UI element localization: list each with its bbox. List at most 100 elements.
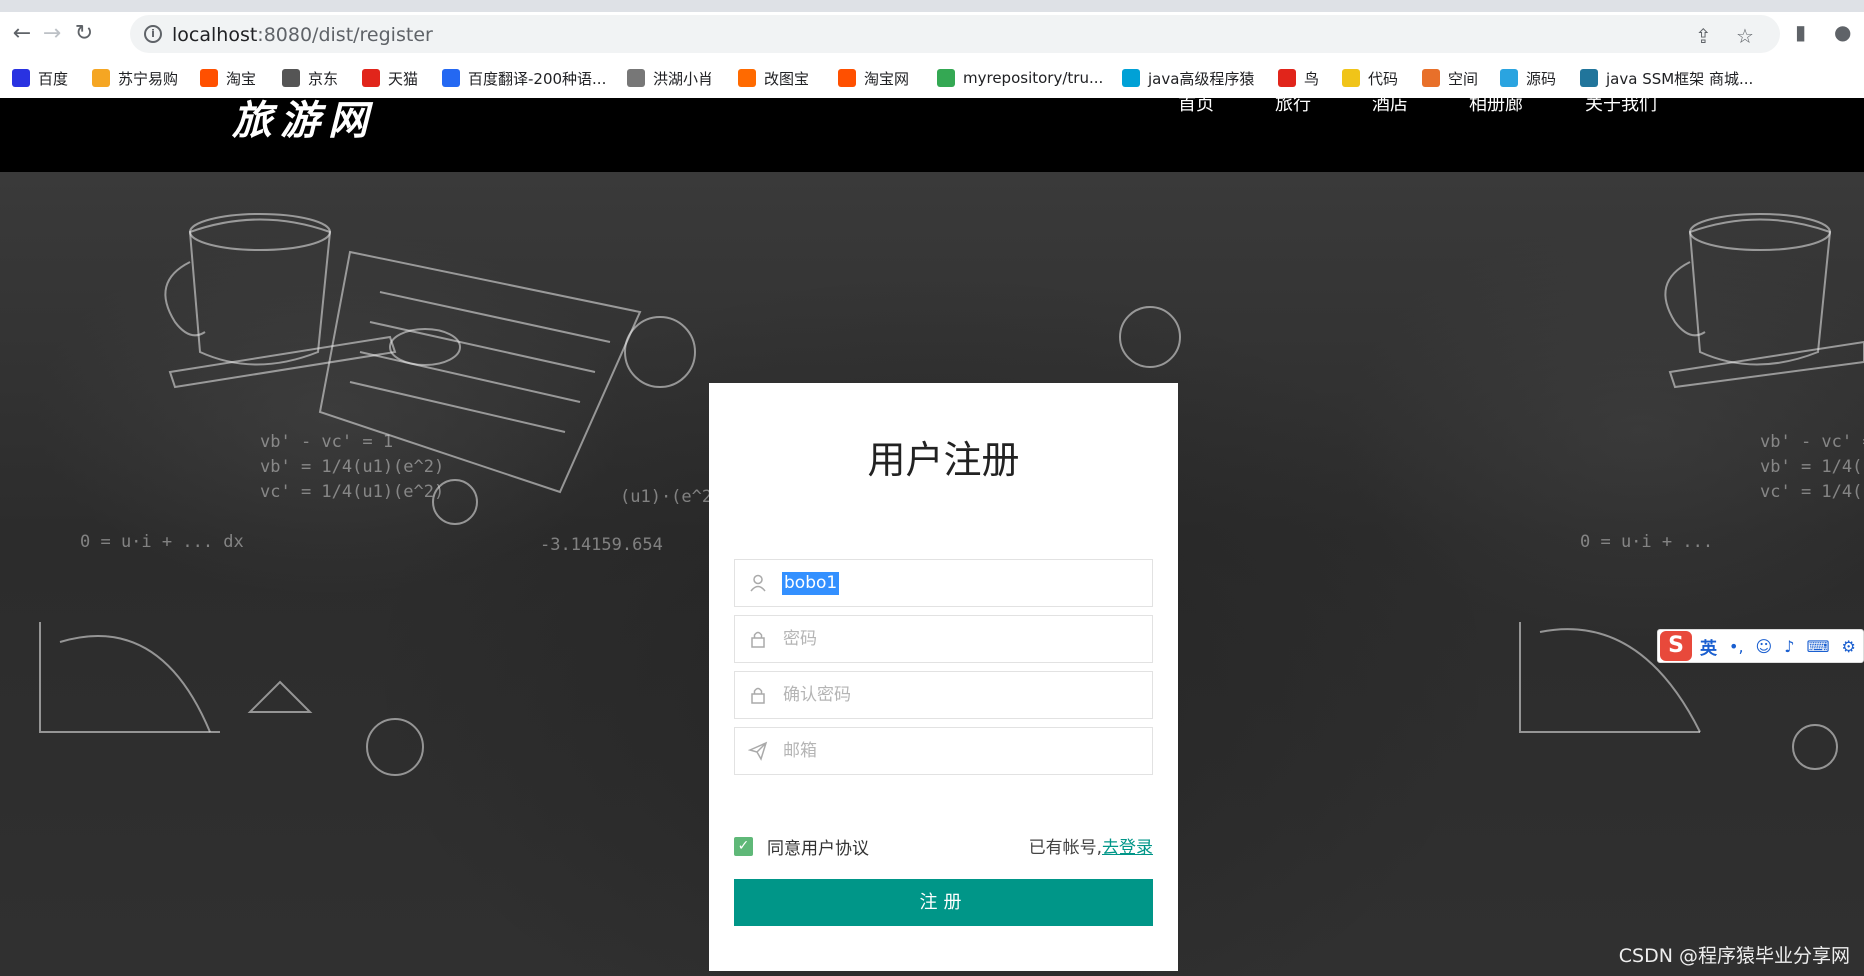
bookmark-item[interactable]: 改图宝 bbox=[738, 65, 809, 91]
bookmark-label: 鸟 bbox=[1304, 69, 1320, 88]
site-header: 旅游网 首页 旅行 酒店 相册廊 关于我们 bbox=[0, 98, 1864, 172]
translate-icon bbox=[442, 69, 460, 87]
bookmark-item[interactable]: 空间 bbox=[1422, 65, 1478, 91]
confirm-password-input[interactable] bbox=[783, 681, 1133, 709]
smile-icon bbox=[92, 69, 110, 87]
register-button[interactable]: 注册 bbox=[734, 879, 1153, 926]
svg-text:vc' = 1/4(u1)(e^2): vc' = 1/4(u1)(e^2) bbox=[260, 482, 444, 502]
bookmark-item[interactable]: 天猫 bbox=[362, 65, 418, 91]
arrow-left-icon[interactable]: ← bbox=[8, 20, 36, 48]
taobao-icon bbox=[838, 69, 856, 87]
register-card: 用户注册 bobo1 ✓ 同意用户协议 已有帐 bbox=[709, 383, 1178, 971]
nav-item-hotel[interactable]: 酒店 bbox=[1372, 98, 1408, 116]
wordpress-icon bbox=[1580, 69, 1598, 87]
have-account-text: 已有帐号, bbox=[1028, 838, 1102, 858]
toolbox-icon[interactable]: ⚙ bbox=[1842, 637, 1856, 656]
bookmark-label: 京东 bbox=[308, 69, 339, 88]
bookmark-label: java SSM框架 商城... bbox=[1606, 69, 1754, 88]
bookmark-item[interactable]: 鸟 bbox=[1278, 65, 1319, 91]
share-icon[interactable]: ⇪ bbox=[1695, 24, 1712, 48]
username-value[interactable]: bobo1 bbox=[782, 572, 840, 595]
lock-icon bbox=[751, 631, 765, 648]
bookmark-label: 百度 bbox=[38, 69, 69, 88]
svg-text:vb' = 1/4(u1)(e^2): vb' = 1/4(u1)(e^2) bbox=[260, 457, 444, 477]
arrow-right-icon[interactable]: → bbox=[38, 20, 66, 48]
svg-text:(u1)·(e^2): (u1)·(e^2) bbox=[620, 487, 722, 507]
bookmark-item[interactable]: 百度翻译-200种语... bbox=[442, 65, 606, 91]
password-field[interactable] bbox=[734, 615, 1153, 663]
bookmark-item[interactable]: 源码 bbox=[1500, 65, 1556, 91]
email-field[interactable] bbox=[734, 727, 1153, 775]
side-panel-icon[interactable]: ▮ bbox=[1795, 20, 1806, 44]
emoji-icon[interactable]: ☺ bbox=[1756, 637, 1773, 656]
bookmark-item[interactable]: myrepository/tru... bbox=[937, 65, 1103, 91]
ime-toolbar[interactable]: S 英 •, ☺ ♪ ⌨ ⚙ bbox=[1657, 629, 1864, 663]
email-input[interactable] bbox=[783, 737, 1133, 765]
watermark: CSDN @程序猿毕业分享网 bbox=[1618, 945, 1850, 967]
bookmark-item[interactable]: java高级程序猿 bbox=[1122, 65, 1254, 91]
bookmark-item[interactable]: 洪湖小肖 bbox=[627, 65, 713, 91]
lock-icon bbox=[751, 687, 765, 704]
svg-text:vb' - vc' = 1: vb' - vc' = 1 bbox=[260, 432, 393, 452]
taobao-icon bbox=[200, 69, 218, 87]
punctuation-icon[interactable]: •, bbox=[1729, 637, 1744, 656]
svg-text:vb' - vc' =: vb' - vc' = bbox=[1760, 432, 1864, 452]
bookmark-label: 天猫 bbox=[388, 69, 419, 88]
site-logo[interactable]: 旅游网 bbox=[232, 98, 376, 146]
bird-icon bbox=[1278, 69, 1296, 87]
reload-icon[interactable]: ↻ bbox=[70, 20, 98, 48]
agree-label: 同意用户协议 bbox=[767, 838, 869, 859]
nav-item-home[interactable]: 首页 bbox=[1178, 98, 1214, 116]
bookmark-label: 空间 bbox=[1448, 69, 1479, 88]
paper-plane-icon bbox=[748, 741, 768, 761]
bookmark-label: 苏宁易购 bbox=[118, 69, 179, 88]
svg-text:0 = u·i + ...: 0 = u·i + ... bbox=[1580, 532, 1713, 552]
bookmark-item[interactable]: 淘宝 bbox=[200, 65, 256, 91]
chrome-icon bbox=[937, 69, 955, 87]
paw-icon bbox=[12, 69, 30, 87]
microphone-icon[interactable]: ♪ bbox=[1784, 637, 1794, 656]
username-field[interactable]: bobo1 bbox=[734, 559, 1153, 607]
tab-strip bbox=[0, 0, 1864, 12]
bookmark-label: 代码 bbox=[1368, 69, 1399, 88]
feather-icon bbox=[627, 69, 645, 87]
ime-mode[interactable]: 英 bbox=[1700, 634, 1717, 659]
globe-icon bbox=[282, 69, 300, 87]
bookmark-item[interactable]: 代码 bbox=[1342, 65, 1398, 91]
profile-icon[interactable]: ● bbox=[1834, 20, 1851, 44]
bookmark-label: 百度翻译-200种语... bbox=[468, 69, 607, 88]
tmall-icon bbox=[362, 69, 380, 87]
bookmark-item[interactable]: 苏宁易购 bbox=[92, 65, 178, 91]
bookmark-item[interactable]: 百度 bbox=[12, 65, 68, 91]
nav-item-about[interactable]: 关于我们 bbox=[1585, 98, 1657, 116]
bookmark-label: 洪湖小肖 bbox=[653, 69, 714, 88]
star-icon[interactable]: ☆ bbox=[1736, 24, 1754, 48]
login-prompt: 已有帐号,去登录 bbox=[1029, 833, 1153, 858]
image-icon bbox=[738, 69, 756, 87]
bookmark-label: myrepository/tru... bbox=[963, 69, 1104, 87]
login-link[interactable]: 去登录 bbox=[1102, 838, 1153, 858]
site-info-icon[interactable]: i bbox=[144, 25, 162, 43]
bookmark-label: 淘宝 bbox=[226, 69, 257, 88]
page-title: 用户注册 bbox=[867, 438, 1020, 482]
tv-icon bbox=[1122, 69, 1140, 87]
bookmark-item[interactable]: java SSM框架 商城... bbox=[1580, 65, 1753, 91]
user-icon bbox=[750, 574, 766, 592]
svg-text:vc' = 1/4(u: vc' = 1/4(u bbox=[1760, 482, 1864, 502]
keyboard-icon[interactable]: ⌨ bbox=[1806, 637, 1829, 656]
nav-item-gallery[interactable]: 相册廊 bbox=[1469, 98, 1523, 116]
bookmark-item[interactable]: 淘宝网 bbox=[838, 65, 909, 91]
star-icon bbox=[1422, 69, 1440, 87]
nav-item-travel[interactable]: 旅行 bbox=[1275, 98, 1311, 116]
browser-toolbar: ← → ↻ i localhost:8080/dist/register ⇪ ☆… bbox=[0, 0, 1864, 66]
bookmark-label: java高级程序猿 bbox=[1148, 69, 1255, 88]
agree-checkbox-row[interactable]: ✓ 同意用户协议 bbox=[734, 833, 869, 859]
bookmark-item[interactable]: 京东 bbox=[282, 65, 338, 91]
agree-checkbox[interactable]: ✓ bbox=[734, 836, 753, 856]
page-viewport: 旅游网 首页 旅行 酒店 相册廊 关于我们 vb' - vc' = 1 vb' … bbox=[0, 98, 1864, 976]
confirm-password-field[interactable] bbox=[734, 671, 1153, 719]
address-bar[interactable]: i localhost:8080/dist/register ⇪ ☆ bbox=[130, 15, 1780, 53]
password-input[interactable] bbox=[783, 625, 1133, 653]
bookmarks-bar: 百度 苏宁易购 淘宝 京东 天猫 百度翻译-200种语... 洪湖小肖 改图宝 淘宝网 myrep… bbox=[0, 60, 1864, 98]
chalkboard-background: vb' - vc' = 1 vb' = 1/4(u1)(e^2) vc' = 1… bbox=[0, 172, 1864, 976]
